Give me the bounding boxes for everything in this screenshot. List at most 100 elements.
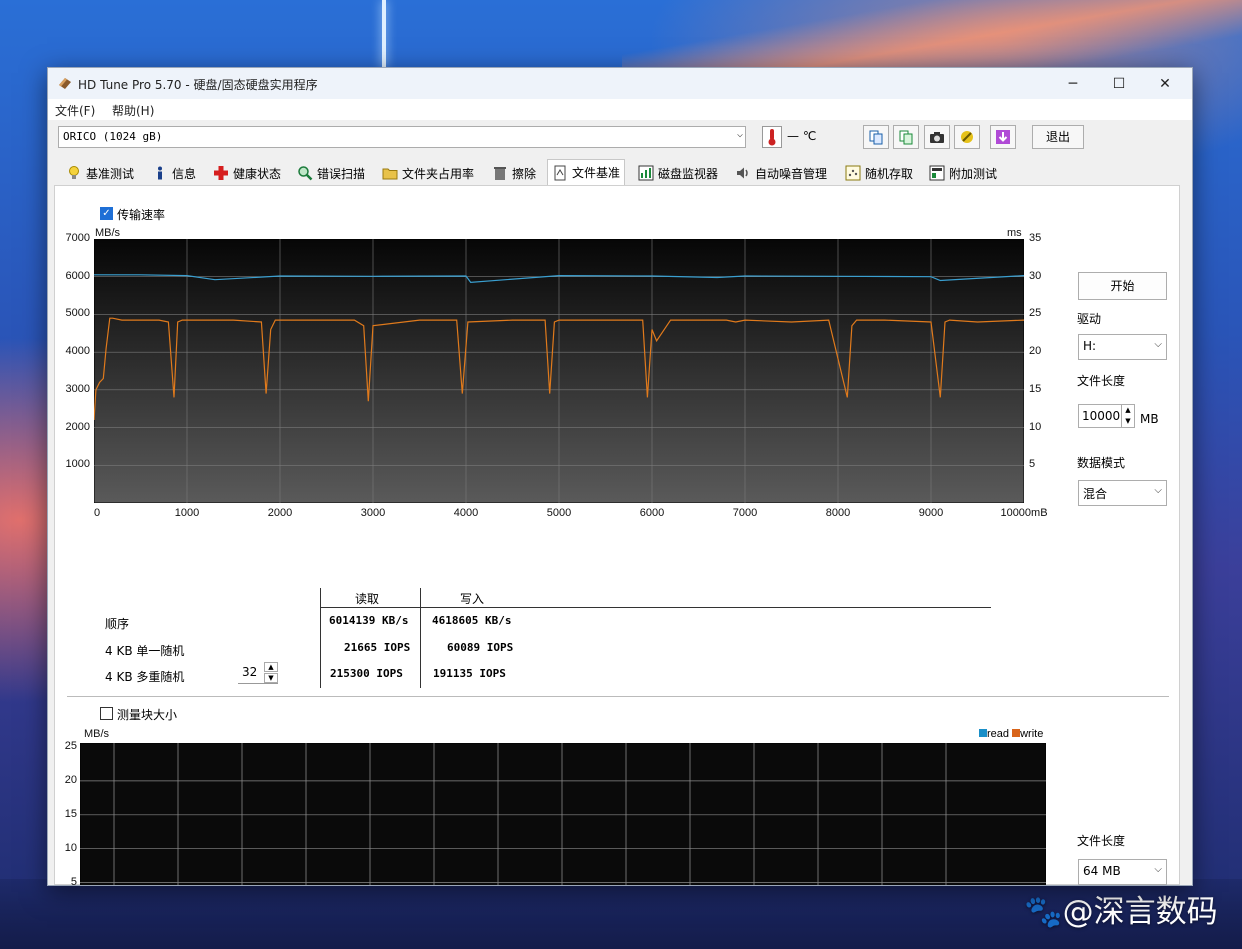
hd-tune-window: HD Tune Pro 5.70 - 硬盘/固态硬盘实用程序 ─ ☐ ✕ 文件(… — [47, 67, 1193, 886]
spinner-up-icon[interactable]: ▲ — [264, 662, 278, 672]
tab-random-access[interactable]: 随机存取 — [845, 161, 913, 185]
thermometer-icon[interactable] — [762, 126, 782, 148]
read-column-header: 读取 — [355, 592, 380, 606]
block-axis-tick: 15 — [64, 807, 77, 820]
tab-extra-tests[interactable]: 附加测试 — [929, 161, 997, 185]
transfer-rate-chart — [94, 239, 1024, 503]
tab-label: 基准测试 — [86, 166, 135, 181]
camera-icon[interactable] — [924, 125, 950, 149]
tab-label: 擦除 — [512, 166, 537, 181]
left-axis-tick: 3000 — [65, 382, 90, 395]
tab-label: 自动噪音管理 — [755, 166, 828, 181]
right-axis-tick: 25 — [1029, 307, 1042, 320]
block-axis-tick: 25 — [64, 740, 77, 752]
left-axis-tick: 1000 — [65, 458, 90, 471]
x-axis-tick: 5000 — [546, 507, 572, 519]
monitor-chart-icon — [638, 165, 654, 181]
x-axis-tick: 2000 — [267, 507, 293, 519]
tab-label: 附加测试 — [949, 166, 998, 181]
drive-combo-value: H: — [1083, 339, 1097, 353]
tab-disk-monitor[interactable]: 磁盘监视器 — [638, 161, 718, 185]
transfer-rate-checkbox[interactable]: ✓ — [100, 207, 113, 220]
close-button[interactable]: ✕ — [1142, 68, 1188, 99]
copy-text-icon[interactable] — [863, 125, 889, 149]
right-axis-tick: 35 — [1029, 232, 1042, 244]
settings-wrench-icon[interactable] — [954, 125, 980, 149]
minimize-button[interactable]: ─ — [1050, 68, 1096, 99]
legend-write-label: write — [1020, 728, 1044, 740]
maximize-button[interactable]: ☐ — [1096, 68, 1142, 99]
drive-select[interactable]: ORICO (1024 gB) ⌵ — [58, 126, 746, 148]
block-size-checkbox[interactable] — [100, 707, 113, 720]
x-axis-tick: 7000 — [732, 507, 758, 519]
random-access-icon — [845, 165, 861, 181]
tab-noise-management[interactable]: 自动噪音管理 — [735, 161, 827, 185]
write-column-header: 写入 — [460, 592, 485, 606]
drive-combo[interactable]: H: ⌵ — [1078, 334, 1167, 360]
file-benchmark-icon — [554, 165, 566, 180]
queue-depth-spinner[interactable]: 32 ▲ ▼ — [238, 662, 278, 684]
tab-error-scan[interactable]: 错误扫描 — [297, 161, 365, 185]
spinner-down-icon[interactable]: ▼ — [1121, 416, 1134, 427]
wallpaper-light-beam — [382, 0, 386, 68]
right-axis-tick: 5 — [1029, 458, 1036, 471]
tab-label: 文件基准 — [572, 166, 621, 180]
red-cross-icon — [214, 166, 228, 180]
temperature-readout: — ℃ — [787, 129, 817, 143]
chevron-down-icon: ⌵ — [1154, 339, 1162, 350]
lightbulb-icon — [69, 166, 79, 179]
4k-multi-write-value: 191135 IOPS — [433, 667, 506, 680]
magnifier-icon — [298, 166, 313, 181]
file-benchmark-panel: ✓ 传输速率 MB/s ms 7000 6000 5000 4000 3000 2000 1… — [54, 185, 1180, 885]
menu-help[interactable]: 帮助(H) — [112, 102, 154, 119]
tab-benchmark[interactable]: 基准测试 — [66, 161, 134, 185]
title-bar[interactable]: HD Tune Pro 5.70 - 硬盘/固态硬盘实用程序 ─ ☐ ✕ — [48, 68, 1192, 99]
file-length-value: 10000 — [1082, 409, 1121, 423]
wallpaper-cloud — [622, 0, 1242, 72]
menu-bar: 文件(F) 帮助(H) — [48, 99, 1192, 120]
chevron-down-icon: ⌵ — [736, 129, 743, 140]
tab-file-benchmark[interactable]: 文件基准 — [547, 159, 626, 185]
legend-read-label: read — [987, 728, 1010, 740]
tab-label: 健康状态 — [233, 166, 282, 181]
start-button[interactable]: 开始 — [1078, 272, 1167, 300]
tab-folder-usage[interactable]: 文件夹占用率 — [382, 161, 474, 185]
menu-file[interactable]: 文件(F) — [55, 102, 95, 119]
spinner-down-icon[interactable]: ▼ — [264, 673, 278, 683]
4k-single-read-value: 21665 IOPS — [344, 641, 411, 654]
right-axis-tick: 20 — [1029, 345, 1042, 358]
block-file-length-value: 64 MB — [1083, 864, 1121, 878]
transfer-rate-label: 传输速率 — [117, 208, 166, 222]
x-axis-tick: 1000 — [174, 507, 200, 519]
tab-health[interactable]: 健康状态 — [213, 161, 281, 185]
tab-info[interactable]: 信息 — [152, 161, 196, 185]
legend-write-swatch — [1012, 729, 1021, 737]
tab-erase[interactable]: 擦除 — [492, 161, 536, 185]
chart-legend: read write — [979, 728, 1043, 740]
drive-select-value: ORICO (1024 gB) — [63, 130, 163, 143]
x-axis-tick: 0 — [94, 507, 101, 519]
block-axis-tick: 20 — [64, 773, 77, 786]
x-axis-tick: 10000mB — [1000, 507, 1048, 519]
drive-label: 驱动 — [1077, 312, 1102, 326]
x-axis-tick: 8000 — [825, 507, 851, 519]
file-length-label: 文件长度 — [1077, 374, 1126, 388]
download-icon[interactable] — [990, 125, 1016, 149]
copy-info-icon[interactable] — [893, 125, 919, 149]
file-length-spinner[interactable]: 10000 ▲ ▼ — [1078, 404, 1135, 428]
trash-icon — [494, 167, 506, 180]
block-file-length-combo[interactable]: 64 MB ⌵ — [1078, 859, 1167, 885]
exit-button[interactable]: 退出 — [1032, 125, 1084, 149]
spinner-up-icon[interactable]: ▲ — [1121, 405, 1134, 416]
right-axis-tick: 15 — [1029, 382, 1042, 395]
data-mode-combo[interactable]: 混合 ⌵ — [1078, 480, 1167, 506]
block-axis-tick: 5 — [70, 875, 77, 886]
right-axis-tick: 10 — [1029, 420, 1042, 433]
folder-icon — [382, 168, 398, 180]
speaker-icon — [737, 167, 748, 179]
left-axis-tick: 6000 — [65, 269, 90, 282]
left-unit-label: MB/s — [95, 227, 121, 239]
info-icon — [158, 166, 162, 180]
left-axis-tick: 7000 — [65, 232, 90, 244]
left-axis-tick: 2000 — [65, 420, 90, 433]
